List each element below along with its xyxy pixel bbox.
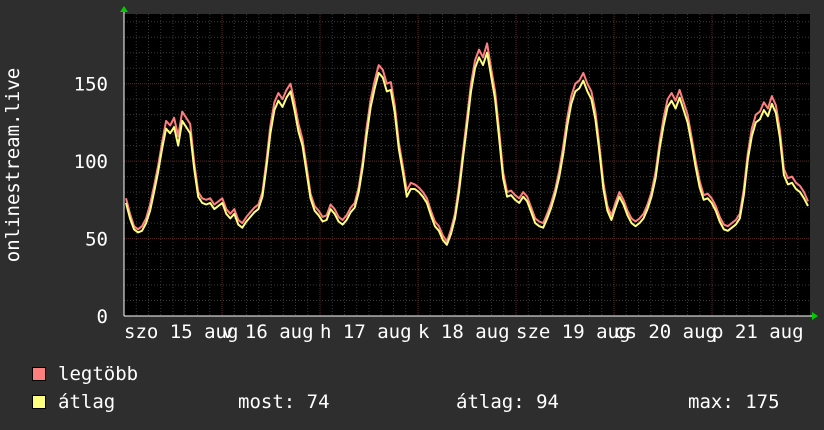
x-axis-arrow-icon — [812, 312, 818, 320]
x-tick-labels: szo 15 augv 16 aug h 17 aug k 18 aug sze 19… — [124, 321, 804, 343]
legend-item-max: legtöbb — [32, 363, 138, 385]
legend-item-avg: átlag — [32, 391, 115, 413]
x-tick-label: h 17 aug — [320, 321, 412, 343]
x-tick-label: cs 20 aug — [614, 321, 717, 343]
y-tick-label: 150 — [74, 74, 108, 96]
y-tick-label: 100 — [74, 151, 108, 173]
y-tick-label: 0 — [97, 306, 108, 328]
stat-avg: átlag: 94 — [456, 391, 559, 413]
legend-swatch-avg — [32, 395, 46, 409]
x-tick-label: k 18 aug — [418, 321, 510, 343]
stat-max: max: 175 — [688, 391, 780, 413]
x-tick-label: p 21 aug — [712, 321, 804, 343]
legend-label-avg: átlag — [58, 391, 116, 413]
stat-now: most: 74 — [238, 391, 330, 413]
y-axis-label: onlinestream.live — [2, 68, 24, 262]
legend-swatch-max — [32, 367, 46, 381]
y-tick-label: 50 — [85, 229, 108, 251]
y-tick-labels: 0 50 100 150 — [74, 74, 108, 328]
y-axis-arrow-icon — [120, 6, 128, 12]
x-tick-label: v 16 aug — [222, 321, 314, 343]
legend-label-max: legtöbb — [58, 363, 139, 385]
